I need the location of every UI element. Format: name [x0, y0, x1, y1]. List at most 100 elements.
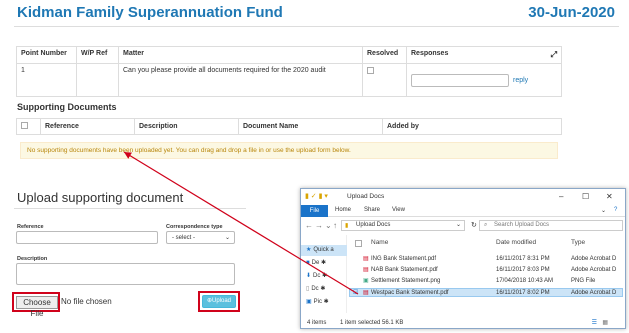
details-view-icon[interactable]: ☰	[592, 318, 597, 328]
maximize-icon[interactable]: ☐	[582, 192, 589, 201]
sidebar-item-quick-access[interactable]: ★ Quick a	[306, 246, 334, 253]
download-icon: ⬇	[306, 273, 312, 279]
file-row[interactable]: ▤ ING Bank Statement.pdf 16/11/2017 8:31…	[349, 255, 623, 264]
file-type: Adobe Acrobat D	[571, 256, 617, 262]
document-icon: ▯	[306, 286, 310, 292]
correspondence-label: Correspondence type	[166, 224, 223, 230]
navigation-pane: ★ Quick a ■ De ✱ ⬇ Dc ✱ ▯ Dc ✱ ▣ Pic ✱	[301, 235, 347, 313]
col-document-name: Document Name	[238, 118, 383, 135]
col-name[interactable]: Name	[371, 239, 388, 246]
file-row-selected[interactable]: ☑ ▤ Westpac Bank Statement.pdf 16/11/201…	[349, 288, 623, 297]
tab-view[interactable]: View	[392, 207, 405, 213]
help-icon[interactable]: ?	[614, 207, 617, 213]
tab-home[interactable]: Home	[335, 207, 351, 213]
col-matter: Matter	[118, 46, 363, 64]
select-all-cell	[16, 118, 41, 135]
upload-button-label: Upload	[212, 298, 232, 304]
report-date: 30-Jun-2020	[528, 4, 615, 21]
col-description: Description	[134, 118, 239, 135]
tab-file[interactable]: File	[301, 205, 328, 217]
sidebar-item-label: Quick a	[313, 247, 334, 253]
pdf-icon: ▤	[363, 290, 369, 296]
file-date: 16/11/2017 8:03 PM	[496, 267, 550, 273]
sidebar-item-desktop[interactable]: ■ De ✱	[306, 259, 326, 266]
col-type[interactable]: Type	[571, 239, 585, 246]
pin-icon: ✱	[320, 273, 328, 279]
sidebar-item-label: Dc	[311, 286, 319, 292]
file-name: ING Bank Statement.pdf	[371, 256, 437, 262]
search-input[interactable]: ⌕ Search Upload Docs	[479, 220, 623, 231]
refresh-icon[interactable]: ↻	[471, 221, 477, 229]
file-explorer-window: ▮ ✓ ▮ ▾ Upload Docs – ☐ ✕ File Home Shar…	[300, 188, 626, 329]
response-input[interactable]	[411, 74, 509, 87]
address-text: Upload Docs	[356, 222, 391, 228]
file-date: 17/04/2018 10:43 AM	[496, 278, 554, 284]
chevron-down-icon[interactable]: ⌄	[601, 207, 606, 214]
no-documents-message[interactable]: No supporting documents have been upload…	[20, 142, 558, 159]
pin-icon: ✱	[322, 299, 329, 305]
tab-share[interactable]: Share	[364, 207, 380, 213]
item-count: 4 items	[307, 320, 327, 326]
reference-input[interactable]	[16, 231, 158, 244]
no-file-text: No file chosen	[61, 297, 112, 306]
folder-icon: ▮ ✓ ▮ ▾	[305, 193, 328, 200]
wp-ref-cell	[76, 63, 119, 97]
choose-file-button[interactable]: Choose File	[16, 296, 58, 318]
chevron-down-icon: ⌄	[224, 235, 230, 241]
file-name: NAB Bank Statement.pdf	[371, 267, 438, 273]
description-textarea[interactable]	[16, 263, 235, 285]
file-row[interactable]: ▤ NAB Bank Statement.pdf 16/11/2017 8:03…	[349, 266, 623, 275]
col-reference: Reference	[40, 118, 135, 135]
expand-icon[interactable]: ⤢	[551, 50, 557, 60]
large-icons-view-icon[interactable]: ▦	[602, 318, 608, 328]
select-all-checkbox[interactable]	[21, 122, 28, 129]
sidebar-item-label: Pic	[313, 299, 323, 305]
file-row[interactable]: ▣ Settlement Statement.png 17/04/2018 10…	[349, 277, 623, 286]
chevron-down-icon[interactable]: ⌄	[456, 221, 461, 230]
point-number-cell: 1	[16, 63, 77, 97]
col-date-modified[interactable]: Date modified	[496, 239, 536, 246]
file-type: PNG File	[571, 278, 596, 284]
minimize-icon[interactable]: –	[559, 192, 563, 201]
address-row: ← → ⌄ ↑ ▮ Upload Docs ⌄ ↻ ⌕ Search Upload D…	[301, 218, 625, 233]
correspondence-select[interactable]: - select - ⌄	[166, 231, 235, 244]
search-icon: ⌕	[484, 222, 488, 228]
fund-title: Kidman Family Superannuation Fund	[17, 4, 283, 21]
file-date: 16/11/2017 8:31 PM	[496, 256, 550, 262]
col-point-number: Point Number	[16, 46, 77, 64]
chevron-down-icon[interactable]: ⌄	[325, 221, 332, 230]
address-bar[interactable]: ▮ Upload Docs ⌄	[341, 220, 465, 231]
reply-link[interactable]: reply	[513, 77, 528, 84]
ribbon: File Home Share View ⌄ ?	[301, 205, 625, 217]
close-icon[interactable]: ✕	[606, 192, 613, 201]
col-responses-label: Responses	[411, 50, 449, 57]
forward-icon[interactable]: →	[315, 221, 323, 230]
file-name: Westpac Bank Statement.pdf	[371, 290, 449, 296]
sidebar-item-downloads[interactable]: ⬇ Dc ✱	[306, 272, 327, 279]
upload-title: Upload supporting document	[17, 190, 184, 205]
checkbox-checked-icon[interactable]: ☑	[353, 289, 358, 298]
status-bar: 4 items 1 item selected 56.1 KB ☰ ▦	[301, 318, 625, 328]
picture-icon: ▣	[306, 299, 312, 305]
sidebar-item-documents[interactable]: ▯ Dc ✱	[306, 285, 325, 292]
sidebar-item-pictures[interactable]: ▣ Pic ✱	[306, 298, 329, 305]
pdf-icon: ▤	[363, 256, 369, 262]
col-wp-ref: W/P Ref	[76, 46, 119, 64]
resolved-checkbox[interactable]	[367, 67, 374, 74]
upload-button[interactable]: ⊕Upload	[202, 295, 236, 308]
resolved-cell	[362, 63, 407, 97]
column-headers: Name Date modified Type	[349, 237, 623, 249]
description-label: Description	[17, 256, 48, 262]
file-type: Adobe Acrobat D	[571, 267, 617, 273]
desktop-icon: ■	[306, 260, 310, 266]
up-icon[interactable]: ↑	[333, 221, 337, 230]
image-icon: ▣	[363, 278, 369, 284]
query-header-row: Point Number W/P Ref Matter Resolved Res…	[16, 46, 562, 64]
matter-cell: Can you please provide all documents req…	[118, 63, 363, 97]
select-all-checkbox[interactable]	[355, 240, 362, 247]
col-added-by: Added by	[382, 118, 562, 135]
back-icon[interactable]: ←	[305, 221, 313, 230]
folder-icon: ▮	[345, 223, 349, 229]
supporting-documents-title: Supporting Documents	[17, 102, 117, 112]
pin-icon: ✱	[318, 286, 326, 292]
